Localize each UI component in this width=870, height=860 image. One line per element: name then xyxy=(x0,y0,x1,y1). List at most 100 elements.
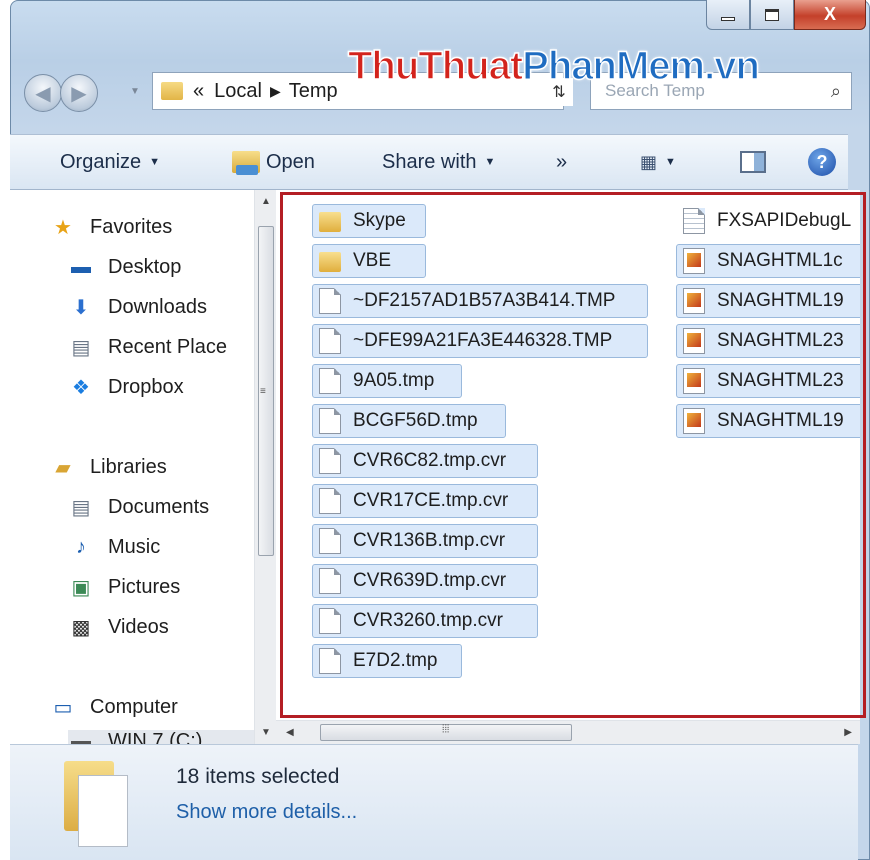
back-button[interactable]: ◀ xyxy=(24,74,62,112)
breadcrumb-separator-icon[interactable]: ▶ xyxy=(270,83,281,100)
nav-documents[interactable]: ▤ Documents xyxy=(68,496,210,519)
list-item[interactable]: SNAGHTML19 xyxy=(676,284,860,318)
command-bar: Organize ▼ Open Share with ▼ » ▦ ▼ ? xyxy=(10,134,848,190)
nav-recent-places-label: Recent Place xyxy=(108,336,227,358)
nav-videos[interactable]: ▩ Videos xyxy=(68,616,169,639)
list-item[interactable]: FXSAPIDebugL xyxy=(676,204,860,238)
file-name: SNAGHTML23 xyxy=(717,330,844,351)
file-name: CVR136B.tmp.cvr xyxy=(353,530,506,551)
file-name: E7D2.tmp xyxy=(353,650,438,671)
file-list: Skype VBE ~DF2157AD1B57A3B414.TMP ~DFE99… xyxy=(276,190,860,720)
text-file-icon xyxy=(683,208,705,234)
open-folder-icon xyxy=(232,151,260,175)
list-item[interactable]: SNAGHTML1c xyxy=(676,244,860,278)
organize-button[interactable]: Organize ▼ xyxy=(60,151,160,174)
list-item[interactable]: Skype xyxy=(312,204,426,238)
list-item[interactable]: 9A05.tmp xyxy=(312,364,462,398)
organize-label: Organize xyxy=(60,150,142,173)
open-button[interactable]: Open xyxy=(232,151,315,175)
scroll-up-icon[interactable]: ▲ xyxy=(261,196,271,207)
drive-icon: ▬ xyxy=(71,730,91,744)
preview-pane-button[interactable] xyxy=(740,151,766,173)
nav-dropbox[interactable]: ❖ Dropbox xyxy=(68,376,184,399)
nav-favorites[interactable]: ★ Favorites xyxy=(50,216,172,239)
preview-pane-icon xyxy=(740,151,766,173)
folder-icon xyxy=(319,212,341,232)
file-name: ~DFE99A21FA3E446328.TMP xyxy=(353,330,613,351)
scroll-grip-icon: ⦙⦙⦙ xyxy=(442,723,450,735)
nav-pictures-label: Pictures xyxy=(108,576,181,598)
libraries-icon: ▰ xyxy=(55,457,71,479)
view-grid-icon: ▦ xyxy=(640,151,658,172)
watermark-red: ThuThuat xyxy=(347,43,524,89)
list-item[interactable]: E7D2.tmp xyxy=(312,644,462,678)
scroll-down-icon[interactable]: ▼ xyxy=(261,727,271,738)
scroll-left-icon[interactable]: ◀ xyxy=(286,727,294,738)
watermark-logo: ThuThuatPhanMem.vn xyxy=(347,43,760,89)
file-name: 9A05.tmp xyxy=(353,370,435,391)
nav-scrollbar[interactable]: ▲ ≡ ▼ xyxy=(254,190,276,744)
nav-libraries[interactable]: ▰ Libraries xyxy=(50,456,166,479)
more-commands-button[interactable]: » xyxy=(556,151,567,174)
nav-computer[interactable]: ▭ Computer xyxy=(50,696,178,719)
change-view-button[interactable]: ▦ ▼ xyxy=(640,152,676,173)
file-name: SNAGHTML23 xyxy=(717,370,844,391)
nav-downloads-label: Downloads xyxy=(108,296,207,318)
more-label: » xyxy=(556,150,568,173)
forward-arrow-icon: ▶ xyxy=(71,82,87,105)
file-name: ~DF2157AD1B57A3B414.TMP xyxy=(353,290,616,311)
close-button[interactable]: X xyxy=(794,0,866,30)
list-item[interactable]: CVR639D.tmp.cvr xyxy=(312,564,538,598)
recent-pages-dropdown[interactable]: ▼ xyxy=(130,86,140,97)
list-item[interactable]: VBE xyxy=(312,244,426,278)
list-item[interactable]: CVR136B.tmp.cvr xyxy=(312,524,538,558)
watermark-blue: PhanMem.vn xyxy=(521,43,760,89)
list-item[interactable]: SNAGHTML23 xyxy=(676,324,860,358)
list-item[interactable]: CVR6C82.tmp.cvr xyxy=(312,444,538,478)
help-button[interactable]: ? xyxy=(808,148,836,176)
file-icon xyxy=(319,608,341,634)
file-name: SNAGHTML19 xyxy=(717,290,844,311)
nav-desktop-label: Desktop xyxy=(108,256,182,278)
breadcrumb-overflow[interactable]: « xyxy=(193,80,204,103)
nav-dropbox-label: Dropbox xyxy=(108,376,184,398)
nav-downloads[interactable]: ⬇ Downloads xyxy=(68,296,207,319)
nav-pictures[interactable]: ▣ Pictures xyxy=(68,576,181,599)
file-icon xyxy=(319,288,341,314)
list-item[interactable]: ~DFE99A21FA3E446328.TMP xyxy=(312,324,648,358)
back-arrow-icon: ◀ xyxy=(35,82,51,105)
list-item[interactable]: CVR17CE.tmp.cvr xyxy=(312,484,538,518)
nav-recent-places[interactable]: ▤ Recent Place xyxy=(68,336,227,359)
maximize-button[interactable] xyxy=(750,0,794,30)
nav-drive-c[interactable]: ▬ WIN 7 (C:) xyxy=(68,730,254,744)
nav-desktop[interactable]: ▬ Desktop xyxy=(68,256,181,279)
file-name: SNAGHTML1c xyxy=(717,250,843,271)
file-icon xyxy=(319,328,341,354)
folder-icon xyxy=(319,252,341,272)
list-item[interactable]: ~DF2157AD1B57A3B414.TMP xyxy=(312,284,648,318)
scroll-right-icon[interactable]: ▶ xyxy=(844,727,852,738)
share-with-button[interactable]: Share with ▼ xyxy=(382,151,495,174)
show-more-details-link[interactable]: Show more details... xyxy=(176,801,357,824)
file-icon xyxy=(319,648,341,674)
navigation-pane: ★ Favorites ▬ Desktop ⬇ Downloads ▤ Recent P… xyxy=(10,190,254,744)
file-icon xyxy=(319,448,341,474)
list-item[interactable]: CVR3260.tmp.cvr xyxy=(312,604,538,638)
file-icon xyxy=(319,568,341,594)
desktop-icon: ▬ xyxy=(71,256,91,278)
nav-music[interactable]: ♪ Music xyxy=(68,536,160,559)
search-icon: ⌕ xyxy=(830,81,841,101)
computer-icon: ▭ xyxy=(53,697,73,719)
breadcrumb-local[interactable]: Local xyxy=(214,80,262,103)
minimize-button[interactable] xyxy=(706,0,750,30)
file-name: CVR639D.tmp.cvr xyxy=(353,570,507,591)
nav-music-label: Music xyxy=(108,536,161,558)
list-item[interactable]: SNAGHTML19 xyxy=(676,404,860,438)
downloads-icon: ⬇ xyxy=(72,297,90,319)
horizontal-scrollbar[interactable]: ◀ ⦙⦙⦙ ▶ xyxy=(276,720,860,744)
list-item[interactable]: SNAGHTML23 xyxy=(676,364,860,398)
help-icon: ? xyxy=(808,148,836,176)
forward-button[interactable]: ▶ xyxy=(60,74,98,112)
list-item[interactable]: BCGF56D.tmp xyxy=(312,404,506,438)
breadcrumb-temp[interactable]: Temp xyxy=(289,80,338,103)
